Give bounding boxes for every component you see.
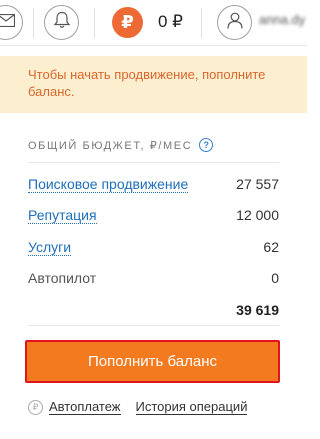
envelope-icon	[0, 13, 15, 32]
divider	[201, 8, 202, 38]
budget-title: ОБЩИЙ БЮДЖЕТ, ₽/МЕС ?	[28, 138, 214, 152]
budget-row-autopilot: Автопилот 0	[28, 270, 279, 290]
autopay-link[interactable]: Автоплатеж	[49, 399, 121, 415]
budget-total: 39 619	[236, 302, 279, 318]
budget-title-text: ОБЩИЙ БЮДЖЕТ, ₽/МЕС	[28, 139, 193, 152]
top-bar: ₽ 0 ₽ anna.dy	[0, 0, 307, 46]
services-link[interactable]: Услуги	[28, 239, 72, 256]
budget-row-search: Поисковое продвижение 27 557	[28, 176, 279, 196]
notifications-button[interactable]	[44, 5, 79, 40]
balance-button[interactable]: ₽	[112, 7, 143, 38]
search-promotion-link[interactable]: Поисковое продвижение	[28, 176, 189, 193]
reputation-value: 12 000	[236, 207, 279, 223]
ruble-icon: ₽	[121, 12, 134, 32]
autopay-icon: ₽	[28, 399, 43, 415]
mail-button[interactable]	[0, 5, 23, 40]
username[interactable]: anna.dy	[259, 12, 305, 27]
top-up-balance-button[interactable]: Пополнить баланс	[25, 340, 280, 383]
help-icon[interactable]: ?	[199, 138, 214, 152]
bell-icon	[53, 11, 70, 34]
reputation-link[interactable]: Репутация	[28, 207, 97, 224]
autopilot-value: 0	[271, 270, 279, 286]
operations-history-link[interactable]: История операций	[135, 399, 248, 415]
bottom-links: ₽ Автоплатеж История операций	[28, 398, 248, 416]
budget-row-reputation: Репутация 12 000	[28, 207, 279, 227]
services-value: 62	[263, 239, 279, 255]
notice-banner: Чтобы начать продвижение, пополните бала…	[0, 56, 307, 113]
balance-amount[interactable]: 0 ₽	[158, 12, 183, 32]
autopilot-label: Автопилот	[28, 270, 97, 286]
user-menu-button[interactable]	[217, 5, 252, 40]
divider	[28, 325, 279, 326]
search-promotion-value: 27 557	[236, 176, 279, 192]
divider	[28, 162, 279, 163]
divider	[94, 8, 95, 38]
budget-row-services: Услуги 62	[28, 239, 279, 259]
divider	[33, 8, 34, 38]
user-icon	[226, 12, 243, 34]
